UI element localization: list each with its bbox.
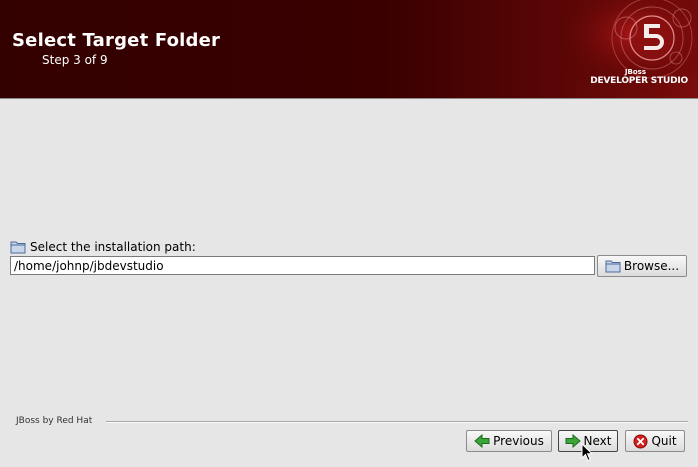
quit-button-label: Quit [651,434,677,448]
install-path-input[interactable] [10,256,595,275]
mouse-cursor-icon [581,443,593,462]
path-label: Select the installation path: [30,240,196,254]
browse-button-label: Browse... [623,259,680,273]
footer-divider [106,421,688,423]
previous-button[interactable]: Previous [466,430,552,452]
previous-button-label: Previous [493,434,544,448]
brand-product-label: DEVELOPER STUDIO [590,76,688,86]
path-label-row: Select the installation path: [10,239,196,255]
page-title: Select Target Folder [12,30,221,51]
folder-icon [605,260,621,273]
step-indicator: Step 3 of 9 [42,53,108,67]
wizard-header: Select Target Folder Step 3 of 9 JBoss D… [0,0,698,98]
arrow-left-icon [474,434,490,448]
arrow-right-icon [565,434,581,448]
brand-jboss-label: JBoss [624,68,646,76]
vendor-label: JBoss by Red Hat [16,416,93,426]
header-divider [0,98,698,99]
quit-button[interactable]: Quit [625,430,685,452]
browse-button[interactable]: Browse... [597,255,687,277]
folder-icon [10,241,26,254]
quit-icon [633,434,648,448]
